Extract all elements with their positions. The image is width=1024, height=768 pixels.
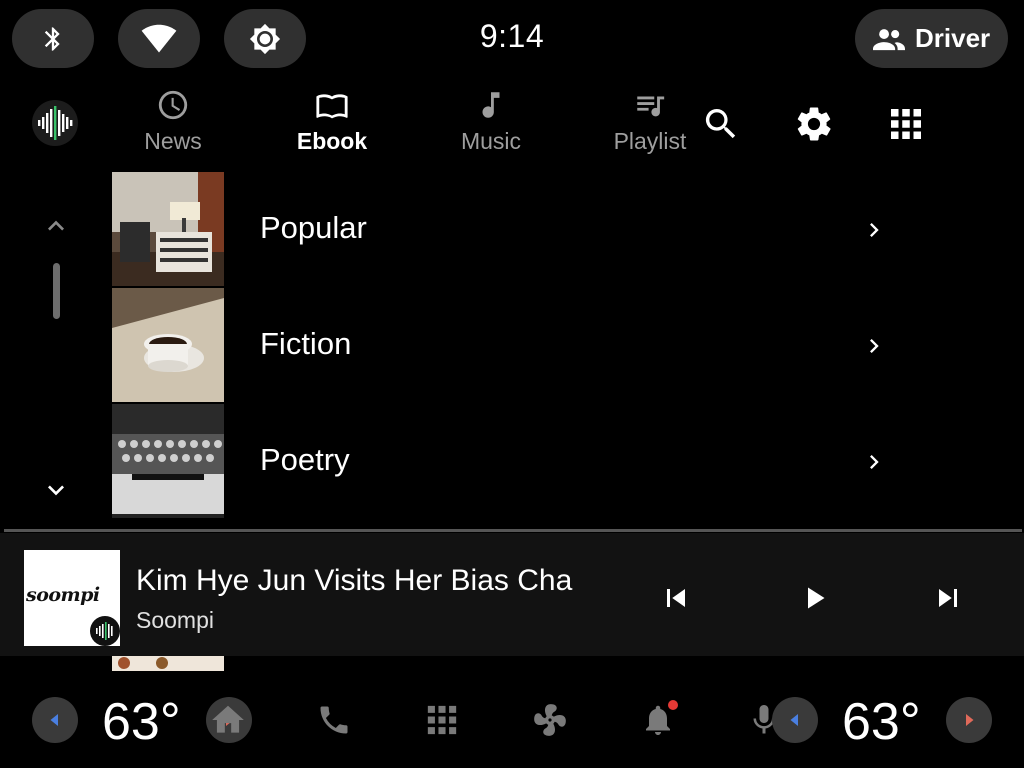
fan-icon (534, 704, 566, 736)
scrollbar-thumb[interactable] (53, 263, 60, 319)
arrow-left-icon (790, 714, 798, 726)
gear-icon (797, 107, 831, 141)
fan-button[interactable] (526, 696, 574, 744)
tab-music[interactable]: Music (431, 88, 551, 160)
profile-button[interactable]: Driver (855, 9, 1008, 68)
list-item-label: Popular (260, 210, 367, 245)
left-temperature: 63° (102, 693, 181, 751)
search-icon (705, 109, 736, 139)
album-art: soompi (24, 550, 120, 646)
soundwave-icon (38, 106, 73, 140)
phone-button[interactable] (310, 696, 358, 744)
app-launcher-button[interactable] (882, 100, 930, 148)
chevron-down-icon (48, 485, 64, 496)
clock-icon (158, 90, 188, 120)
home-button[interactable] (204, 696, 252, 744)
right-temp-up-button[interactable] (946, 697, 992, 743)
divider (4, 529, 1022, 532)
list-item-poetry[interactable]: Poetry (112, 404, 912, 520)
notification-dot (668, 700, 678, 710)
list-item-label: Fiction (260, 326, 352, 361)
arrow-left-icon (50, 714, 58, 726)
tab-label: News (144, 128, 202, 154)
phone-icon (320, 706, 348, 734)
left-temp-down-button[interactable] (32, 697, 78, 743)
track-title: Kim Hye Jun Visits Her Bias Cha (136, 564, 573, 597)
app-grid-icon (427, 705, 457, 735)
category-thumbnail (112, 288, 224, 402)
apps-button[interactable] (418, 696, 466, 744)
tab-news[interactable]: News (113, 88, 233, 160)
chevron-up-icon (48, 220, 64, 231)
arrow-right-icon (966, 714, 974, 726)
chevron-right-icon (860, 332, 888, 365)
profile-label: Driver (915, 23, 991, 53)
notifications-button[interactable] (634, 696, 682, 744)
list-item-label: Poetry (260, 442, 350, 477)
tab-ebook[interactable]: Ebook (272, 88, 392, 160)
play-button[interactable] (792, 576, 836, 620)
search-button[interactable] (697, 100, 745, 148)
soundwave-icon (90, 616, 120, 646)
play-icon (808, 587, 825, 609)
category-thumbnail (112, 172, 224, 286)
app-logo[interactable] (32, 100, 78, 146)
next-button[interactable] (926, 576, 970, 620)
previous-button[interactable] (654, 576, 698, 620)
scroll-down-button[interactable] (40, 474, 72, 506)
skip-previous-icon (667, 589, 685, 607)
track-artist: Soompi (136, 607, 214, 633)
settings-button[interactable] (790, 100, 838, 148)
playlist-icon (637, 96, 665, 117)
people-icon (873, 28, 905, 50)
skip-next-icon (939, 589, 957, 607)
home-icon (212, 705, 244, 733)
tab-label: Ebook (296, 128, 368, 154)
tab-playlist[interactable]: Playlist (590, 88, 710, 160)
category-thumbnail (112, 404, 224, 518)
book-icon (316, 94, 348, 119)
music-note-icon (482, 92, 500, 118)
right-temperature: 63° (842, 693, 921, 751)
album-art-text: soompi (26, 584, 100, 606)
scroll-up-button[interactable] (40, 210, 72, 242)
list-item-popular[interactable]: Popular (112, 172, 912, 288)
chevron-right-icon (860, 216, 888, 249)
list-item-fiction[interactable]: Fiction (112, 288, 912, 404)
app-grid-icon (891, 109, 921, 139)
right-temp-down-button[interactable] (772, 697, 818, 743)
tab-label: Music (460, 128, 522, 154)
chevron-right-icon (860, 448, 888, 481)
tab-label: Playlist (613, 128, 687, 154)
